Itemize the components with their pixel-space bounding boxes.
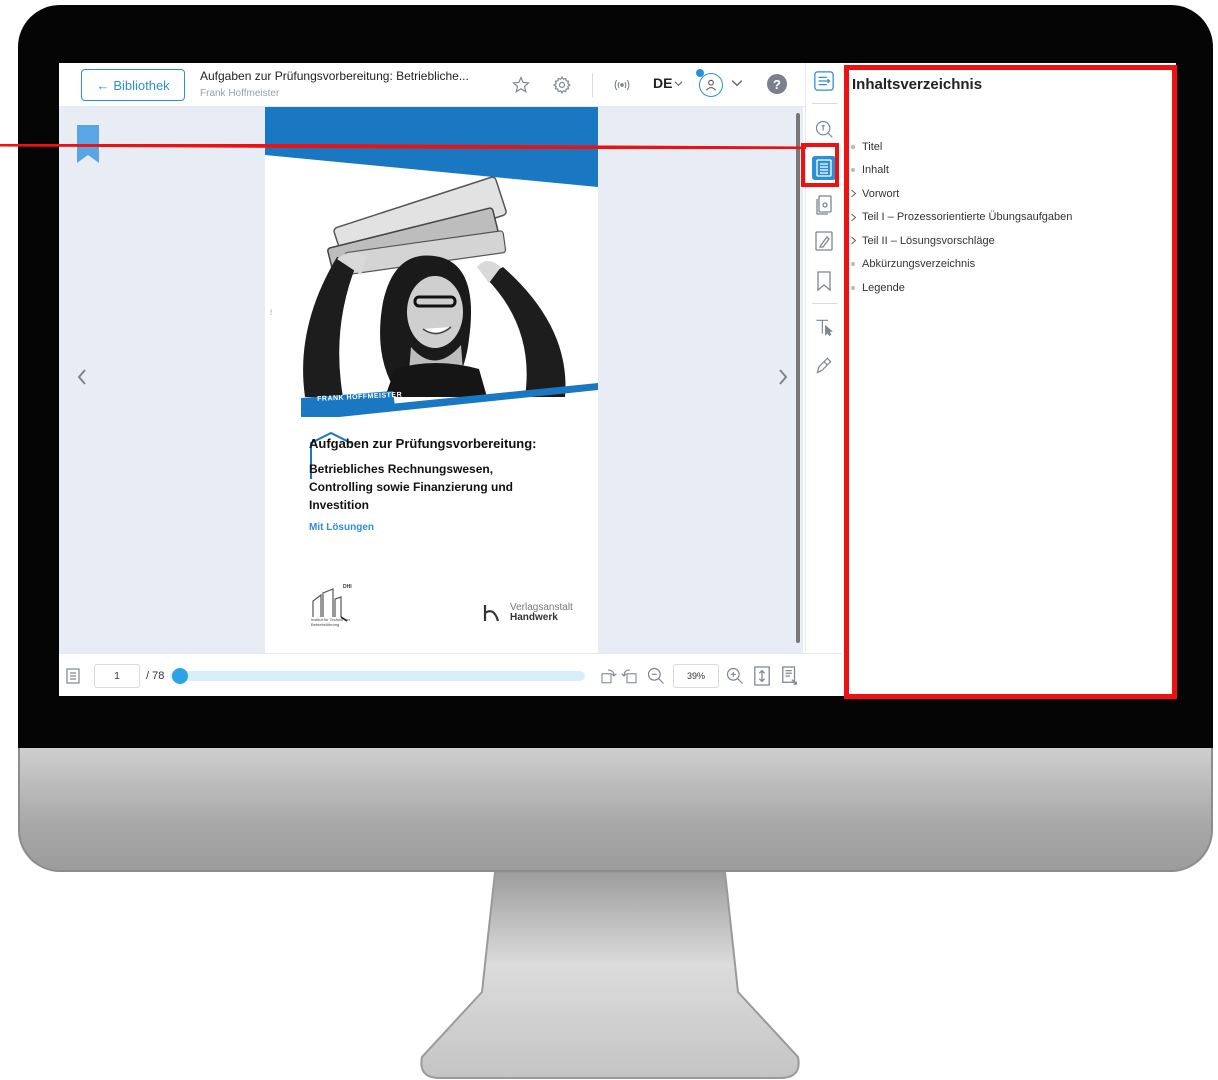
- page-toolbar: 1 / 78 39%: [59, 653, 842, 696]
- active-tool-highlight: [801, 143, 839, 187]
- rotate-right-icon[interactable]: [597, 665, 619, 687]
- next-page-icon[interactable]: [775, 365, 791, 389]
- toc-heading: Inhaltsverzeichnis: [852, 76, 983, 93]
- bullet-icon: [851, 168, 855, 173]
- previous-page-icon[interactable]: [74, 365, 90, 389]
- photo-credit: Foto: [269, 308, 273, 315]
- cover-subtitle: Betriebliches Rechnungswesen, Controllin…: [309, 462, 513, 512]
- zoom-level[interactable]: 39%: [673, 664, 719, 688]
- collapse-panel-icon[interactable]: [812, 69, 836, 93]
- page-total: / 78: [146, 670, 165, 682]
- publisher-logo-icon: [483, 605, 500, 622]
- rotate-left-icon[interactable]: [619, 665, 641, 687]
- toc-list: Titel Inhalt Vorwort Teil I – Prozessorient…: [850, 135, 1072, 300]
- tool-divider: [812, 103, 837, 104]
- dhi-label: Institut für Technik der Betriebsführung: [311, 617, 351, 627]
- back-button-label: Bibliothek: [113, 77, 170, 93]
- settings-gear-icon[interactable]: [550, 73, 574, 97]
- callout-pointer-line: [0, 144, 806, 149]
- bullet-icon: [851, 144, 855, 149]
- monitor-chin: [18, 748, 1213, 872]
- arrow-left-icon: ←: [96, 77, 110, 93]
- document-scrollbar[interactable]: [796, 113, 800, 643]
- language-selector[interactable]: DE: [653, 75, 683, 91]
- toc-item-label: Vorwort: [862, 187, 900, 200]
- book-cover-page: Foto FRANK HOFFMEISTER Aufgaben zur Prüf…: [265, 107, 598, 653]
- toc-item-label: Inhalt: [862, 164, 889, 177]
- bullet-icon: [851, 262, 855, 267]
- toc-item[interactable]: Titel: [850, 135, 1072, 159]
- cover-extra-label: Mit Lösungen: [309, 522, 374, 533]
- zoom-out-icon[interactable]: [645, 665, 667, 687]
- notes-icon[interactable]: [812, 229, 836, 253]
- document-title: Aufgaben zur Prüfungsvorbereitung: Betri…: [200, 69, 469, 83]
- monitor-stand: [420, 872, 800, 1079]
- toc-item-label: Teil II – Lösungsvorschläge: [862, 234, 995, 247]
- page-progress-slider[interactable]: [170, 671, 585, 681]
- fit-height-icon[interactable]: [751, 665, 773, 687]
- dhi-mark: DHI: [343, 584, 352, 590]
- bullet-icon: [851, 285, 855, 290]
- user-avatar-button[interactable]: [699, 73, 723, 97]
- chevron-right-icon[interactable]: [850, 189, 857, 198]
- cover-title-block: Aufgaben zur Prüfungsvorbereitung: Betri…: [309, 425, 589, 533]
- zoom-in-icon[interactable]: [724, 665, 746, 687]
- toc-item[interactable]: Vorwort: [850, 182, 1072, 206]
- search-icon[interactable]: [812, 117, 836, 141]
- header-divider: [592, 73, 593, 97]
- help-button[interactable]: ?: [767, 74, 787, 94]
- favorite-star-icon[interactable]: [509, 73, 533, 97]
- language-label: DE: [653, 75, 673, 91]
- text-select-icon[interactable]: [812, 315, 836, 339]
- toc-item-label: Legende: [862, 281, 905, 294]
- user-icon: [705, 79, 717, 91]
- page-export-icon[interactable]: [779, 665, 801, 687]
- chevron-down-icon: [674, 80, 683, 86]
- toc-item[interactable]: Teil I – Prozessorientierte Übungsaufgab…: [850, 206, 1072, 230]
- publisher-logo: Verlagsanstalt Handwerk: [482, 603, 573, 623]
- document-viewport: Foto FRANK HOFFMEISTER Aufgaben zur Prüf…: [59, 107, 803, 653]
- chevron-down-icon[interactable]: [731, 77, 743, 89]
- cover-title: Aufgaben zur Prüfungsvorbereitung:: [309, 436, 537, 451]
- toc-panel: Inhaltsverzeichnis Titel Inhalt Vorwort Tei…: [844, 63, 1176, 696]
- toc-item-label: Titel: [862, 140, 883, 153]
- toc-item-label: Teil I – Prozessorientierte Übungsaufgab…: [862, 211, 1073, 224]
- toc-item[interactable]: Teil II – Lösungsvorschläge: [850, 229, 1072, 253]
- page-thumbnails-icon[interactable]: [812, 193, 836, 217]
- tool-divider: [812, 303, 837, 304]
- toc-item-label: Abkürzungsverzeichnis: [862, 258, 976, 271]
- bookmarks-icon[interactable]: [812, 269, 836, 293]
- publisher-bottom: Handwerk: [510, 612, 558, 623]
- page-number-input[interactable]: 1: [94, 664, 140, 688]
- monitor-stage: ← Bibliothek Aufgaben zur Prüfungsvorber…: [0, 0, 1218, 1080]
- document-author: Frank Hoffmeister: [200, 88, 280, 99]
- broadcast-icon[interactable]: [610, 73, 634, 97]
- progress-slider-handle[interactable]: [172, 668, 189, 684]
- reader-screen: ← Bibliothek Aufgaben zur Prüfungsvorber…: [59, 63, 1176, 696]
- toc-item[interactable]: Abkürzungsverzeichnis: [850, 253, 1072, 277]
- back-to-library-button[interactable]: ← Bibliothek: [81, 69, 185, 101]
- toc-item[interactable]: Inhalt: [850, 159, 1072, 183]
- reader-header: ← Bibliothek Aufgaben zur Prüfungsvorber…: [59, 63, 842, 107]
- toc-item[interactable]: Legende: [850, 276, 1072, 300]
- pen-icon[interactable]: [812, 353, 836, 377]
- cover-artwork: [265, 107, 598, 417]
- page-view-icon[interactable]: [62, 665, 84, 687]
- chevron-right-icon[interactable]: [850, 213, 857, 222]
- chevron-right-icon[interactable]: [850, 236, 857, 245]
